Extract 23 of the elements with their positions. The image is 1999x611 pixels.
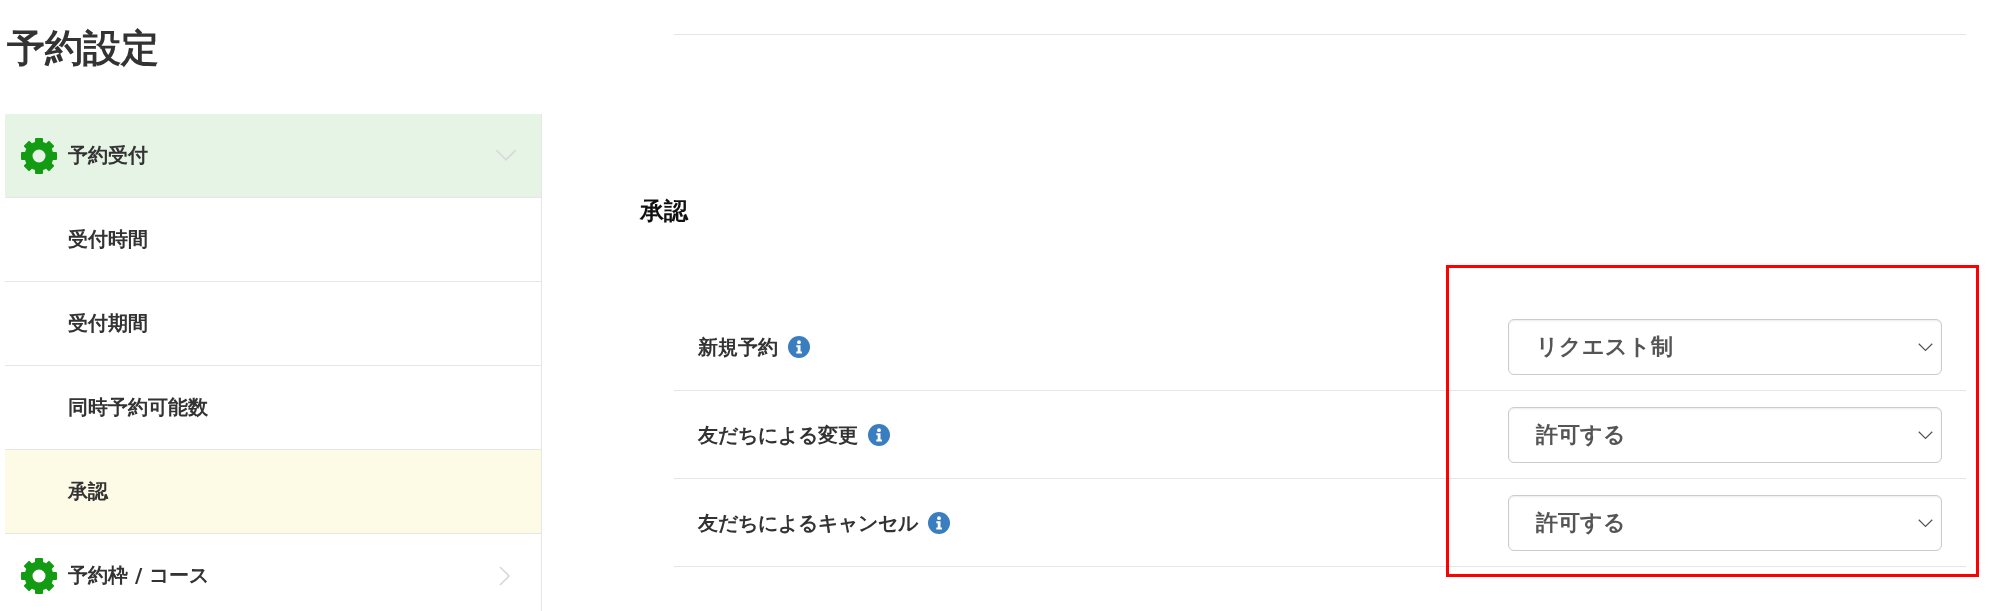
sidebar-item[interactable]: 承認 (5, 450, 541, 534)
gear-icon (20, 556, 58, 595)
sidebar-item[interactable]: 受付時間 (5, 198, 541, 282)
select-dropdown[interactable]: リクエスト制 (1508, 319, 1942, 375)
info-icon (868, 424, 890, 446)
chevron-right-icon (499, 564, 511, 587)
chevron-down-icon (1918, 342, 1933, 352)
sidebar-group[interactable]: 予約枠 / コース (5, 534, 541, 611)
chevron-down-icon (495, 149, 517, 162)
field-label: 新規予約 (698, 333, 778, 361)
page-title: 予約設定 (7, 25, 159, 72)
field-label: 友だちによる変更 (698, 421, 858, 449)
section-heading: 承認 (640, 196, 688, 227)
sidebar-item[interactable]: 受付期間 (5, 282, 541, 366)
info-icon (928, 512, 950, 534)
chevron-down-icon (1918, 518, 1933, 528)
select-dropdown[interactable]: 許可する (1508, 495, 1942, 551)
select-dropdown[interactable]: 許可する (1508, 407, 1942, 463)
field-label: 友だちによるキャンセル (698, 509, 918, 537)
gear-icon (20, 136, 58, 175)
chevron-down-icon (1918, 430, 1933, 440)
info-icon (788, 336, 810, 358)
sidebar-group[interactable]: 予約受付 (5, 114, 541, 198)
